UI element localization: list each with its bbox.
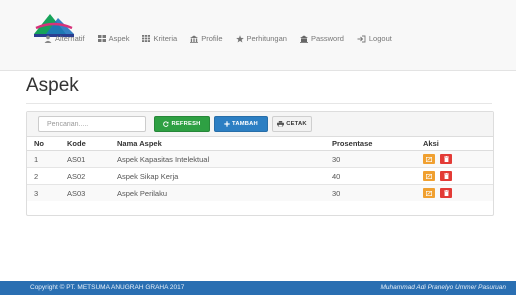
- cell-nama: Aspek Sikap Kerja: [110, 167, 325, 185]
- footer: Copyright © PT. METSUMA ANUGRAH GRAHA 20…: [0, 281, 516, 295]
- header-kode: Kode: [60, 137, 110, 151]
- table-row: 3 AS03 Aspek Perilaku 30: [27, 184, 493, 201]
- table-row: 2 AS02 Aspek Sikap Kerja 40: [27, 167, 493, 185]
- nav-item-profile[interactable]: Profile: [190, 34, 223, 43]
- table-header-row: No Kode Nama Aspek Prosentase Aksi: [27, 137, 493, 151]
- nav-item-alternatif[interactable]: Alternatif: [44, 34, 85, 43]
- cell-prosentase: 30: [325, 150, 416, 168]
- edit-button[interactable]: [423, 188, 435, 198]
- edit-icon: [426, 190, 432, 196]
- star-icon: [235, 34, 244, 43]
- nav-item-perhitungan[interactable]: Perhitungan: [235, 34, 287, 43]
- refresh-button[interactable]: REFRESH: [154, 116, 210, 132]
- title-divider: [26, 103, 492, 104]
- footer-author: Muhammad Adi Pranelyo Ummer Pasuruan: [380, 284, 506, 291]
- header-nama-aspek: Nama Aspek: [110, 137, 325, 151]
- header-prosentase: Prosentase: [325, 137, 416, 151]
- nav-label-password: Password: [310, 34, 344, 43]
- bank-icon: [299, 35, 308, 43]
- logout-icon: [357, 35, 366, 43]
- delete-button[interactable]: [440, 171, 453, 181]
- nav-label-perhitungan: Perhitungan: [246, 34, 287, 43]
- cell-aksi: [416, 184, 493, 201]
- refresh-label: REFRESH: [171, 121, 201, 127]
- tambah-button[interactable]: TAMBAH: [214, 116, 268, 132]
- trash-icon: [443, 173, 449, 179]
- table-row: 1 AS01 Aspek Kapasitas Intelektual 30: [27, 150, 493, 168]
- aspek-panel: REFRESH TAMBAH CETAK No Kode Nama Aspek …: [26, 111, 494, 216]
- nav-item-logout[interactable]: Logout: [357, 34, 392, 43]
- delete-button[interactable]: [440, 188, 453, 198]
- table-icon: [142, 35, 151, 42]
- edit-icon: [426, 173, 432, 179]
- nav-item-aspek[interactable]: Aspek: [97, 34, 130, 43]
- trash-icon: [443, 190, 449, 196]
- table-toolbar: REFRESH TAMBAH CETAK: [27, 112, 493, 137]
- nav-item-password[interactable]: Password: [299, 34, 344, 43]
- footer-copyright: Copyright © PT. METSUMA ANUGRAH GRAHA 20…: [30, 284, 185, 291]
- cell-nama: Aspek Kapasitas Intelektual: [110, 150, 325, 168]
- cetak-button[interactable]: CETAK: [272, 116, 312, 132]
- cetak-label: CETAK: [286, 121, 307, 127]
- user-icon: [44, 35, 52, 43]
- main-nav: Alternatif Aspek Kriteria Profile Perhit…: [44, 34, 405, 43]
- nav-label-profile: Profile: [201, 34, 223, 43]
- cell-no: 1: [27, 150, 60, 168]
- navbar: Alternatif Aspek Kriteria Profile Perhit…: [0, 0, 516, 71]
- nav-label-logout: Logout: [368, 34, 392, 43]
- nav-label-aspek: Aspek: [108, 34, 130, 43]
- grid-icon: [97, 35, 106, 42]
- cell-kode: AS01: [60, 150, 110, 168]
- edit-button[interactable]: [423, 154, 435, 164]
- cell-prosentase: 30: [325, 184, 416, 201]
- edit-button[interactable]: [423, 171, 435, 181]
- cell-kode: AS03: [60, 184, 110, 201]
- header-no: No: [27, 137, 60, 151]
- cell-kode: AS02: [60, 167, 110, 185]
- page-title: Aspek: [26, 75, 79, 96]
- cell-aksi: [416, 150, 493, 168]
- edit-icon: [426, 156, 432, 162]
- refresh-icon: [163, 121, 169, 127]
- nav-label-kriteria: Kriteria: [153, 34, 178, 43]
- plus-icon: [224, 121, 230, 127]
- cell-aksi: [416, 167, 493, 185]
- cell-no: 2: [27, 167, 60, 185]
- aspek-table: No Kode Nama Aspek Prosentase Aksi 1 AS0…: [27, 137, 493, 201]
- building-icon: [190, 35, 199, 43]
- nav-item-kriteria[interactable]: Kriteria: [142, 34, 177, 43]
- delete-button[interactable]: [440, 154, 453, 164]
- trash-icon: [443, 156, 449, 162]
- header-aksi: Aksi: [416, 137, 493, 151]
- cell-prosentase: 40: [325, 167, 416, 185]
- print-icon: [277, 121, 285, 127]
- cell-nama: Aspek Perilaku: [110, 184, 325, 201]
- search-input[interactable]: [38, 116, 146, 132]
- cell-no: 3: [27, 184, 60, 201]
- tambah-label: TAMBAH: [232, 121, 258, 127]
- nav-label-alternatif: Alternatif: [55, 34, 85, 43]
